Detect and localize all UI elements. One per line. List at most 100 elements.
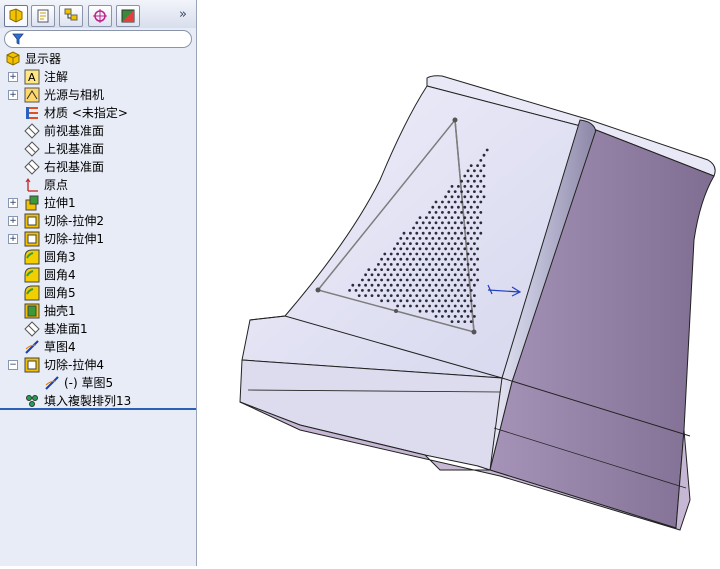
pattern-hole bbox=[460, 294, 463, 297]
pattern-hole bbox=[469, 185, 473, 188]
pattern-hole bbox=[402, 242, 406, 246]
pattern-hole bbox=[473, 242, 476, 246]
pattern-hole bbox=[473, 304, 476, 308]
pattern-hole bbox=[469, 174, 473, 178]
pattern-hole bbox=[425, 247, 428, 251]
expand-panel-button[interactable]: » bbox=[176, 7, 190, 23]
tree-root-label: 显示器 bbox=[25, 52, 62, 66]
tree-item[interactable]: + A 注解 bbox=[0, 68, 196, 86]
tree-item-label: 拉伸1 bbox=[44, 196, 76, 210]
tree-item[interactable]: + 光源与相机 bbox=[0, 86, 196, 104]
tree-item-label: 基准面1 bbox=[44, 322, 88, 336]
pattern-hole bbox=[453, 252, 457, 256]
expand-icon[interactable]: + bbox=[8, 216, 18, 226]
pattern-hole bbox=[447, 315, 451, 318]
tree-item[interactable]: + 拉伸1 bbox=[0, 194, 196, 212]
pattern-hole bbox=[431, 289, 435, 292]
tree-item[interactable]: (-) 草图5 bbox=[0, 374, 196, 392]
lights-cameras-icon bbox=[24, 87, 40, 103]
pattern-hole bbox=[463, 174, 467, 178]
graphics-area[interactable] bbox=[197, 0, 720, 566]
sketch-point bbox=[471, 329, 477, 335]
pattern-hole bbox=[482, 185, 486, 188]
pattern-hole bbox=[450, 257, 454, 261]
pattern-hole bbox=[469, 226, 473, 230]
tree-item[interactable]: 材质 <未指定> bbox=[0, 104, 196, 122]
sketch-point bbox=[315, 287, 321, 293]
pattern-hole bbox=[437, 278, 441, 282]
model-lower-band bbox=[239, 359, 503, 471]
tree-item[interactable]: 抽壳1 bbox=[0, 302, 196, 320]
pattern-hole bbox=[437, 289, 441, 292]
tree-item-label: 圆角3 bbox=[44, 250, 76, 264]
tree-item[interactable]: 圆角3 bbox=[0, 248, 196, 266]
pattern-hole bbox=[431, 226, 435, 230]
tab-dimxpertmanager[interactable] bbox=[88, 5, 112, 27]
pattern-hole bbox=[386, 257, 390, 261]
pattern-hole bbox=[466, 211, 470, 214]
pattern-hole bbox=[469, 257, 473, 261]
expand-icon[interactable]: + bbox=[8, 234, 18, 244]
pattern-hole bbox=[473, 294, 476, 297]
tab-displaymanager[interactable] bbox=[116, 5, 140, 27]
pattern-hole bbox=[441, 294, 444, 297]
tree-item[interactable]: 右视基准面 bbox=[0, 158, 196, 176]
expand-icon[interactable]: + bbox=[8, 72, 18, 82]
tab-propertymanager[interactable] bbox=[31, 5, 55, 27]
pattern-hole bbox=[469, 164, 473, 168]
pattern-hole bbox=[377, 294, 380, 297]
pattern-hole bbox=[405, 278, 409, 282]
pattern-hole bbox=[380, 278, 383, 282]
pattern-hole bbox=[428, 231, 431, 235]
pattern-hole bbox=[380, 299, 383, 303]
pattern-hole bbox=[415, 231, 419, 235]
pattern-hole bbox=[447, 283, 451, 287]
pattern-hole bbox=[466, 294, 470, 297]
pattern-hole bbox=[434, 242, 438, 246]
tree-item[interactable]: 前视基准面 bbox=[0, 122, 196, 140]
pattern-hole bbox=[463, 195, 467, 199]
pattern-hole bbox=[418, 289, 422, 292]
feature-tree-filter[interactable] bbox=[4, 30, 192, 48]
tree-item[interactable]: + 切除-拉伸2 bbox=[0, 212, 196, 230]
pattern-hole bbox=[415, 304, 419, 308]
3d-model[interactable] bbox=[197, 0, 720, 566]
pattern-hole bbox=[425, 237, 428, 240]
tree-item[interactable]: + 切除-拉伸1 bbox=[0, 230, 196, 248]
tree-item[interactable]: 原点 bbox=[0, 176, 196, 194]
pattern-hole bbox=[402, 273, 406, 277]
pattern-hole bbox=[450, 185, 454, 188]
tree-item[interactable]: 圆角5 bbox=[0, 284, 196, 302]
tree-item[interactable]: 圆角4 bbox=[0, 266, 196, 284]
expand-icon[interactable]: + bbox=[8, 198, 18, 208]
tab-featuremanager[interactable] bbox=[4, 5, 28, 27]
pattern-hole bbox=[466, 283, 470, 287]
collapse-icon[interactable]: − bbox=[8, 360, 18, 370]
pattern-hole bbox=[389, 252, 393, 256]
expand-icon[interactable]: + bbox=[8, 90, 18, 100]
tree-item[interactable]: 上视基准面 bbox=[0, 140, 196, 158]
pattern-hole bbox=[428, 252, 431, 256]
pattern-hole bbox=[460, 263, 463, 266]
pattern-hole bbox=[434, 273, 438, 277]
tab-configurationmanager[interactable] bbox=[59, 5, 83, 27]
tree-item-label: 切除-拉伸2 bbox=[44, 214, 104, 228]
pattern-hole bbox=[409, 283, 412, 287]
pattern-hole bbox=[476, 185, 479, 188]
pattern-hole bbox=[473, 273, 476, 277]
pattern-hole bbox=[450, 226, 454, 230]
pattern-hole bbox=[457, 309, 460, 313]
tree-item[interactable]: − 切除-拉伸4 bbox=[0, 356, 196, 374]
pattern-hole bbox=[476, 164, 479, 168]
pattern-hole bbox=[434, 294, 438, 297]
pattern-hole bbox=[396, 283, 399, 287]
tree-item[interactable]: 基准面1 bbox=[0, 320, 196, 338]
rollback-bar[interactable] bbox=[0, 408, 196, 410]
pattern-hole bbox=[444, 309, 447, 313]
pattern-hole bbox=[453, 283, 457, 287]
tree-root[interactable]: 显示器 bbox=[0, 50, 196, 68]
pattern-hole bbox=[434, 221, 438, 225]
pattern-hole bbox=[405, 237, 409, 240]
tree-item[interactable]: 草图4 bbox=[0, 338, 196, 356]
pattern-hole bbox=[434, 283, 438, 287]
